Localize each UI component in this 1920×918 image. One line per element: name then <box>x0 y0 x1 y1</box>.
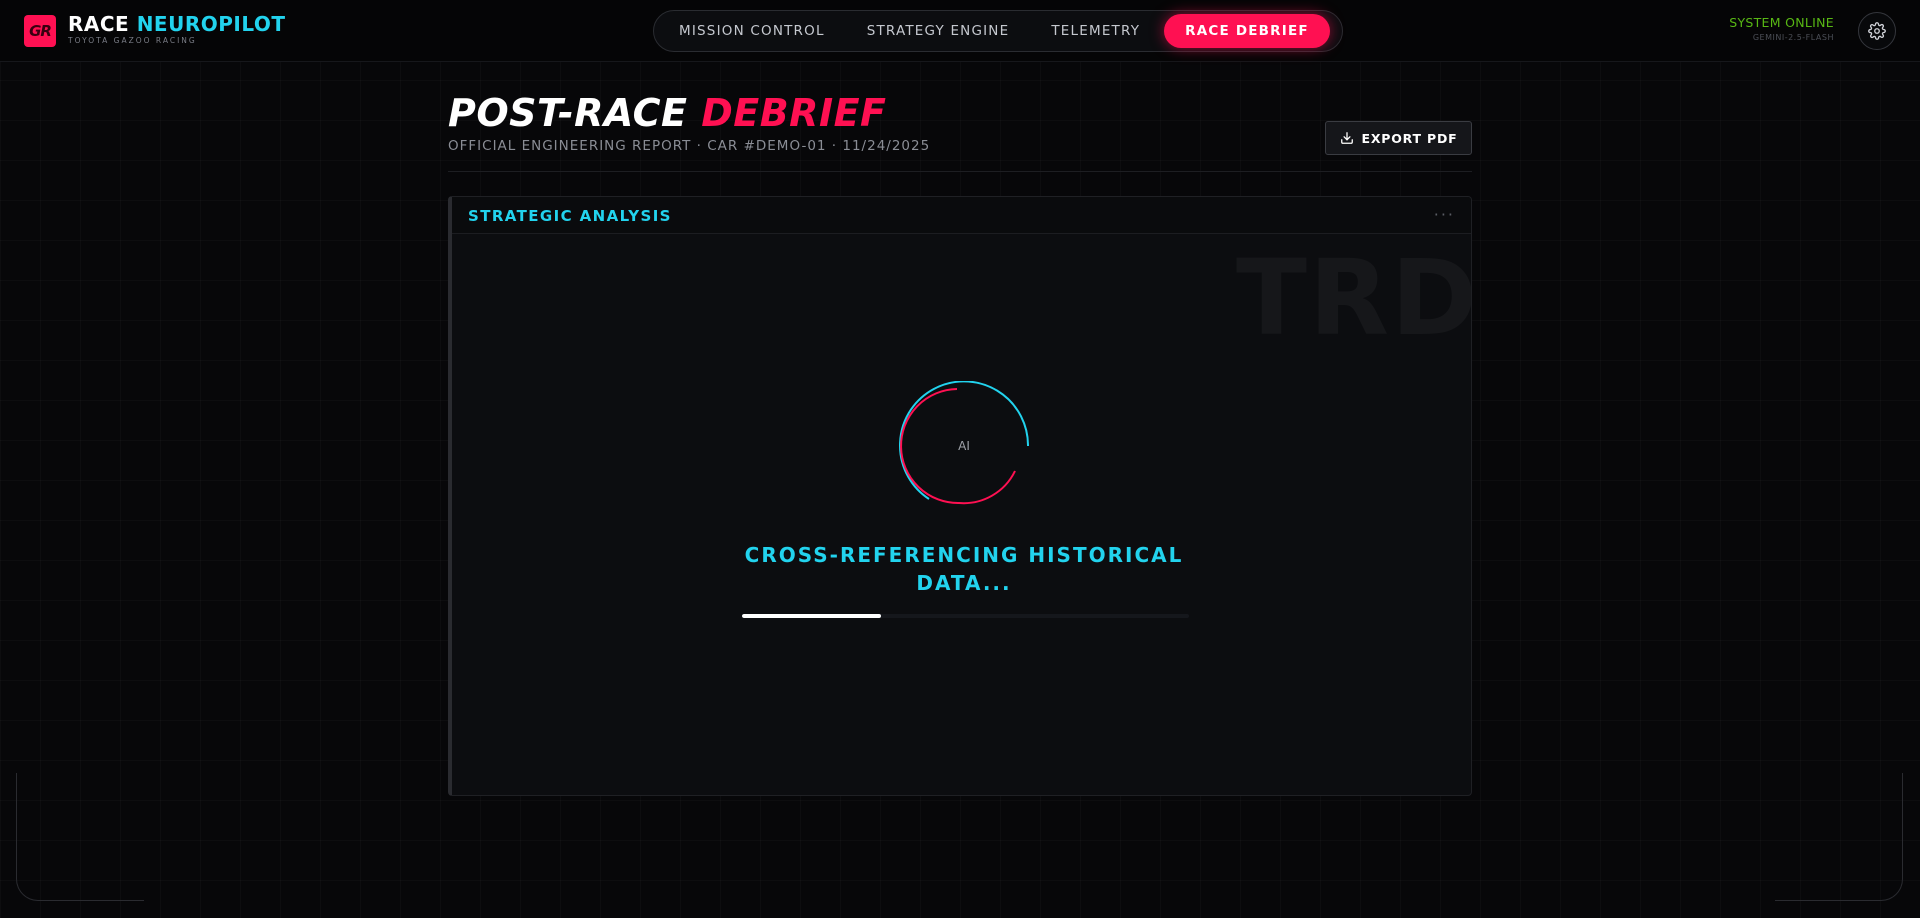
report-subtitle: OFFICIAL ENGINEERING REPORT · CAR #DEMO-… <box>448 138 931 154</box>
strategic-analysis-panel: STRATEGIC ANALYSIS ··· TRD AI CROSS-REFE… <box>448 196 1472 796</box>
download-icon <box>1340 132 1353 144</box>
progress-fill <box>742 614 881 618</box>
brand-title: RACE NEUROPILOT <box>68 13 286 35</box>
nav-telemetry[interactable]: TELEMETRY <box>1030 14 1161 48</box>
title-accent: DEBRIEF <box>701 91 887 135</box>
export-label: EXPORT PDF <box>1361 130 1458 146</box>
page-title: POST-RACE DEBRIEF <box>448 90 887 136</box>
settings-button[interactable] <box>1858 12 1896 50</box>
top-header: GR RACE NEUROPILOT TOYOTA GAZOO RACING M… <box>0 0 1920 62</box>
panel-title: STRATEGIC ANALYSIS <box>468 207 672 225</box>
corner-bracket-right <box>1775 773 1903 901</box>
nav-mission-control[interactable]: MISSION CONTROL <box>658 14 846 48</box>
nav-race-debrief[interactable]: RACE DEBRIEF <box>1164 14 1330 48</box>
spinner-label: AI <box>958 439 970 453</box>
system-status: SYSTEM ONLINE GEMINI-2.5-FLASH <box>1729 15 1834 42</box>
title-primary: POST-RACE <box>448 91 688 135</box>
progress-bar <box>742 614 1189 618</box>
divider <box>448 171 1472 172</box>
logo-text: GR <box>29 22 52 40</box>
trd-watermark: TRD <box>1236 237 1472 359</box>
status-text: SYSTEM ONLINE <box>1729 15 1834 30</box>
brand-primary: RACE <box>68 12 130 36</box>
more-options-icon[interactable]: ··· <box>1434 205 1455 224</box>
panel-header: STRATEGIC ANALYSIS ··· <box>452 197 1471 234</box>
brand-accent: NEUROPILOT <box>136 12 286 36</box>
loading-spinner: AI <box>899 380 1030 511</box>
loading-status-text: CROSS-REFERENCING HISTORICAL DATA... <box>744 543 1184 595</box>
main-nav: MISSION CONTROL STRATEGY ENGINE TELEMETR… <box>653 10 1343 52</box>
corner-bracket-left <box>16 773 144 901</box>
export-pdf-button[interactable]: EXPORT PDF <box>1325 121 1472 155</box>
model-name: GEMINI-2.5-FLASH <box>1752 33 1834 42</box>
brand-subtitle: TOYOTA GAZOO RACING <box>68 36 197 45</box>
gear-icon <box>1868 22 1886 40</box>
logo-badge[interactable]: GR <box>24 15 56 47</box>
nav-strategy-engine[interactable]: STRATEGY ENGINE <box>846 14 1031 48</box>
